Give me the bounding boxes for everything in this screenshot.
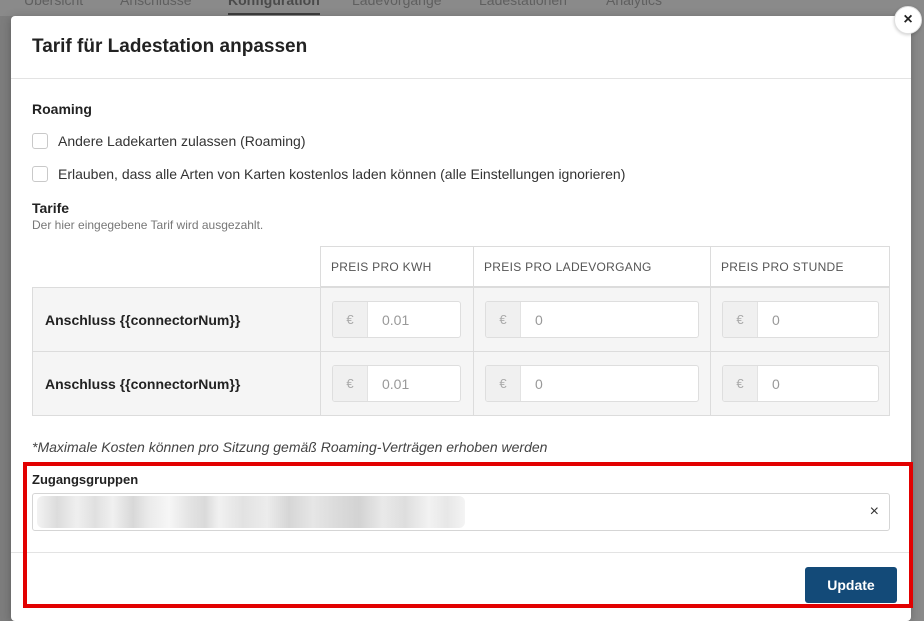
background-tab: Ladestationen — [479, 0, 567, 8]
table-row: Anschluss {{connectorNum}} € 0.01 € 0 € … — [32, 351, 890, 416]
access-groups-select[interactable]: × — [32, 493, 890, 531]
background-tab: Analytics — [606, 0, 663, 8]
roaming-heading: Roaming — [32, 101, 92, 117]
column-header-price-per-kwh: PREIS PRO KWH — [331, 259, 432, 274]
table-row: Anschluss {{connectorNum}} € 0.01 € 0 € … — [32, 287, 890, 352]
connector-label: Anschluss {{connectorNum}} — [33, 352, 321, 415]
footer-divider — [11, 552, 911, 553]
price-per-kwh-cell: € 0.01 — [321, 288, 473, 351]
background-tab: Ladevorgänge — [352, 0, 442, 8]
price-per-session-input[interactable]: € 0 — [485, 365, 699, 402]
euro-icon: € — [723, 302, 758, 337]
background-tab-bar: Übersicht Anschlüsse Konfiguration Ladev… — [0, 0, 924, 16]
tariffs-heading: Tarife — [32, 200, 70, 216]
price-per-hour-cell: € 0 — [710, 352, 889, 415]
background-page — [910, 16, 924, 621]
background-tab: Anschlüsse — [120, 0, 192, 8]
tariff-table: PREIS PRO KWH PREIS PRO LADEVORGANG PREI… — [32, 246, 890, 417]
price-per-kwh-value[interactable]: 0.01 — [368, 302, 409, 337]
euro-icon: € — [486, 366, 521, 401]
background-tab: Konfiguration — [228, 0, 320, 15]
tariff-table-header: PREIS PRO KWH PREIS PRO LADEVORGANG PREI… — [320, 246, 890, 287]
modal-header: Tarif für Ladestation anpassen — [11, 16, 911, 79]
selected-access-group-tag[interactable] — [37, 496, 465, 528]
price-per-session-value[interactable]: 0 — [521, 366, 543, 401]
free-charging-checkbox[interactable] — [32, 166, 48, 182]
price-per-session-cell: € 0 — [473, 288, 710, 351]
clear-icon[interactable]: × — [870, 503, 879, 521]
price-per-kwh-input[interactable]: € 0.01 — [332, 301, 461, 338]
update-button[interactable]: Update — [805, 567, 897, 603]
allow-roaming-option[interactable]: Andere Ladekarten zulassen (Roaming) — [32, 133, 305, 149]
column-header-price-per-hour: PREIS PRO STUNDE — [710, 247, 889, 286]
allow-roaming-checkbox[interactable] — [32, 133, 48, 149]
modal-title: Tarif für Ladestation anpassen — [32, 36, 308, 57]
price-per-hour-cell: € 0 — [710, 288, 889, 351]
close-icon[interactable]: × — [894, 6, 922, 34]
roaming-cost-note: *Maximale Kosten können pro Sitzung gemä… — [32, 439, 548, 455]
access-groups-label: Zugangsgruppen — [32, 472, 139, 487]
tariff-modal: Tarif für Ladestation anpassen Roaming A… — [11, 16, 911, 621]
tariffs-hint: Der hier eingegebene Tarif wird ausgezah… — [32, 218, 264, 232]
column-header-price-per-session: PREIS PRO LADEVORGANG — [473, 247, 710, 286]
price-per-hour-value[interactable]: 0 — [758, 366, 780, 401]
connector-label: Anschluss {{connectorNum}} — [33, 288, 321, 351]
price-per-session-cell: € 0 — [473, 352, 710, 415]
euro-icon: € — [333, 302, 368, 337]
price-per-hour-input[interactable]: € 0 — [722, 365, 879, 402]
price-per-kwh-cell: € 0.01 — [321, 352, 473, 415]
euro-icon: € — [723, 366, 758, 401]
price-per-kwh-input[interactable]: € 0.01 — [332, 365, 461, 402]
free-charging-label[interactable]: Erlauben, dass alle Arten von Karten kos… — [58, 166, 625, 182]
allow-roaming-label[interactable]: Andere Ladekarten zulassen (Roaming) — [58, 133, 305, 149]
price-per-hour-input[interactable]: € 0 — [722, 301, 879, 338]
price-per-hour-value[interactable]: 0 — [758, 302, 780, 337]
price-per-kwh-value[interactable]: 0.01 — [368, 366, 409, 401]
price-per-session-input[interactable]: € 0 — [485, 301, 699, 338]
price-per-session-value[interactable]: 0 — [521, 302, 543, 337]
free-charging-option[interactable]: Erlauben, dass alle Arten von Karten kos… — [32, 166, 625, 182]
euro-icon: € — [486, 302, 521, 337]
euro-icon: € — [333, 366, 368, 401]
background-tab: Übersicht — [24, 0, 84, 8]
